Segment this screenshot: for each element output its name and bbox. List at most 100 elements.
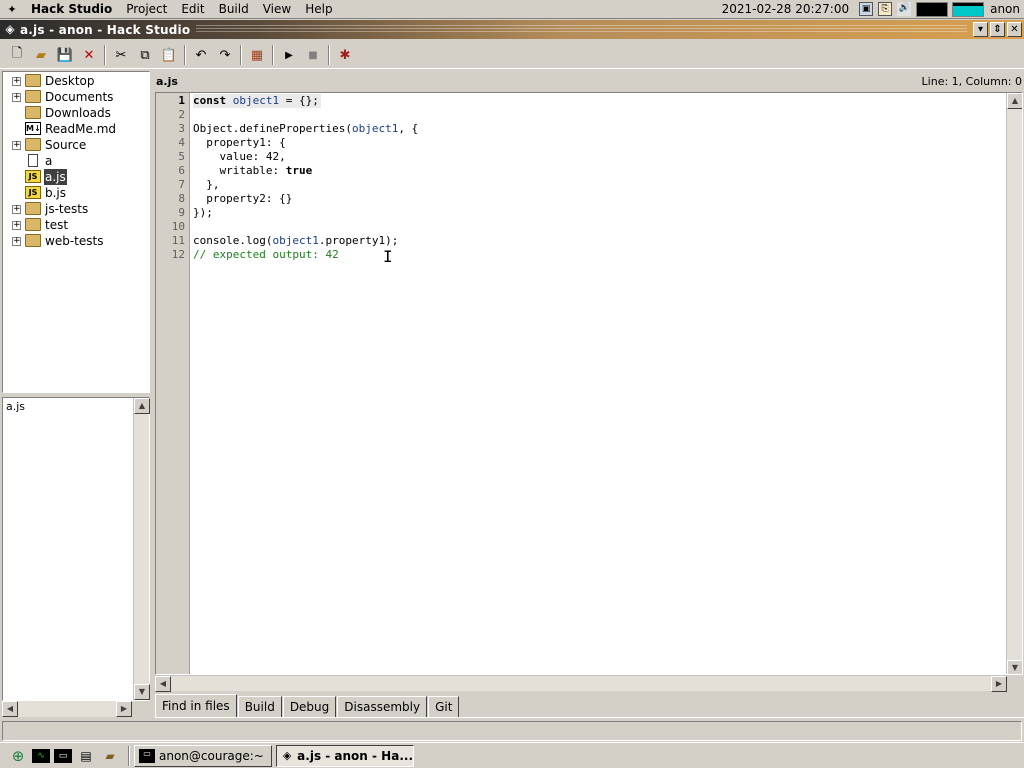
expand-icon[interactable]: + bbox=[12, 237, 21, 246]
hack-studio-icon: ◈ bbox=[5, 21, 15, 36]
user-name[interactable]: anon bbox=[990, 2, 1020, 16]
menu-view[interactable]: View bbox=[256, 0, 298, 19]
scroll-right-button[interactable]: ▶ bbox=[116, 701, 132, 717]
code-line[interactable]: }); bbox=[193, 206, 1005, 220]
build-icon[interactable]: ▦ bbox=[245, 43, 269, 67]
tab-build[interactable]: Build bbox=[237, 696, 282, 718]
code-line[interactable]: // expected output: 42 bbox=[193, 248, 1005, 262]
scroll-down-button[interactable]: ▼ bbox=[134, 684, 150, 700]
code-editor[interactable]: 1 2 3 4 5 6 7 8 9 10 11 12 const object1 = {}; Objec… bbox=[155, 92, 1023, 675]
tab-find-in-files[interactable]: Find in files bbox=[155, 694, 237, 718]
open-file-item[interactable]: a.js bbox=[6, 400, 25, 413]
clipboard-icon[interactable]: ⎘ bbox=[878, 2, 893, 16]
tree-item[interactable]: M↓ ReadMe.md bbox=[3, 121, 149, 137]
window-titlebar[interactable]: ◈ a.js - anon - Hack Studio ▾ ⇕ ✕ bbox=[0, 20, 1024, 39]
minimize-button[interactable]: ▾ bbox=[973, 22, 988, 37]
start-globe-icon[interactable]: ⊕ bbox=[8, 747, 28, 765]
menu-help[interactable]: Help bbox=[298, 0, 339, 19]
tree-item[interactable]: + Source bbox=[3, 137, 149, 153]
code-line[interactable]: console.log(object1.property1); bbox=[193, 234, 1005, 248]
close-button[interactable]: ✕ bbox=[1007, 22, 1022, 37]
expand-icon[interactable]: + bbox=[12, 141, 21, 150]
paste-icon[interactable]: 📋 bbox=[157, 43, 181, 67]
scroll-left-button[interactable]: ◀ bbox=[2, 701, 18, 717]
tab-debug[interactable]: Debug bbox=[282, 696, 337, 718]
tree-item[interactable]: JS b.js bbox=[3, 185, 149, 201]
code-line-text: console.log(object1.property1); bbox=[193, 234, 399, 247]
audio-icon[interactable]: 🔊 bbox=[897, 2, 912, 16]
memory-graph[interactable] bbox=[952, 1, 985, 17]
tree-item[interactable]: + js-tests bbox=[3, 201, 149, 217]
tree-item[interactable]: Downloads bbox=[3, 105, 149, 121]
code-line[interactable]: property2: {} bbox=[193, 192, 1005, 206]
scroll-up-button[interactable]: ▲ bbox=[1007, 93, 1022, 109]
cpu-graph[interactable] bbox=[916, 1, 949, 17]
scroll-left-button[interactable]: ◀ bbox=[155, 676, 171, 692]
tree-hscrollbar[interactable]: ◀ ▶ bbox=[2, 701, 132, 717]
text-editor-icon[interactable]: ▤ bbox=[76, 747, 96, 765]
code-line-text: // expected output: 42 bbox=[193, 248, 339, 261]
code-line[interactable]: property1: { bbox=[193, 136, 1005, 150]
scroll-right-button[interactable]: ▶ bbox=[991, 676, 1007, 692]
open-files-scrollbar[interactable]: ▲ ▼ bbox=[133, 398, 150, 700]
taskbar-button-hack-studio[interactable]: ◈ a.js - anon - Ha... bbox=[276, 744, 414, 767]
code-line[interactable]: Object.defineProperties(object1, { bbox=[193, 122, 1005, 136]
network-icon[interactable]: ▣ bbox=[859, 2, 874, 16]
editor-hscrollbar[interactable]: ◀ ▶ bbox=[155, 675, 1007, 692]
run-icon[interactable]: ▶ bbox=[277, 43, 301, 67]
menu-app-name[interactable]: Hack Studio bbox=[24, 0, 119, 19]
code-line[interactable] bbox=[193, 220, 1005, 234]
code-line[interactable]: value: 42, bbox=[193, 150, 1005, 164]
code-line[interactable] bbox=[193, 108, 1005, 122]
copy-icon[interactable]: ⧉ bbox=[133, 43, 157, 67]
save-icon[interactable]: 💾 bbox=[53, 43, 77, 67]
tree-item[interactable]: a bbox=[3, 153, 149, 169]
code-line[interactable]: const object1 = {}; bbox=[193, 94, 1005, 108]
maximize-button[interactable]: ⇕ bbox=[990, 22, 1005, 37]
editor-vscrollbar[interactable]: ▲ ▼ bbox=[1006, 93, 1022, 674]
stop-icon[interactable]: ■ bbox=[301, 43, 325, 67]
tab-disassembly[interactable]: Disassembly bbox=[337, 696, 428, 718]
code-area[interactable]: const object1 = {}; Object.defineProperti… bbox=[193, 94, 1005, 262]
tree-item[interactable]: JS a.js bbox=[3, 169, 149, 185]
editor-header: a.js Line: 1, Column: 0 bbox=[153, 72, 1024, 90]
tree-item-label: Desktop bbox=[45, 74, 95, 88]
menu-edit[interactable]: Edit bbox=[174, 0, 211, 19]
clock[interactable]: 2021-02-28 20:27:00 bbox=[722, 2, 849, 16]
tree-item[interactable]: + Desktop bbox=[3, 73, 149, 89]
project-tree[interactable]: + Desktop + Documents Downloads M↓ ReadMe.md + S… bbox=[2, 71, 150, 393]
line-number: 10 bbox=[171, 220, 185, 233]
toolbar-separator bbox=[272, 45, 274, 65]
delete-icon[interactable]: ✕ bbox=[77, 43, 101, 67]
scroll-down-button[interactable]: ▼ bbox=[1007, 660, 1022, 674]
tree-item[interactable]: + test bbox=[3, 217, 149, 233]
toolbar: 🗋 ▰ 💾 ✕ ✂ ⧉ 📋 ↶ ↷ ▦ ▶ ■ ✱ bbox=[0, 42, 1024, 69]
toolbar-separator bbox=[328, 45, 330, 65]
code-line[interactable]: }, bbox=[193, 178, 1005, 192]
cursor-position: Line: 1, Column: 0 bbox=[921, 74, 1022, 88]
expand-icon[interactable]: + bbox=[12, 205, 21, 214]
expand-icon[interactable]: + bbox=[12, 77, 21, 86]
open-files-list[interactable]: a.js ▲ ▼ bbox=[2, 397, 150, 701]
code-line[interactable]: writable: true bbox=[193, 164, 1005, 178]
debug-icon[interactable]: ✱ bbox=[333, 43, 357, 67]
taskbar-button-terminal[interactable]: ▭ anon@courage:~ bbox=[134, 744, 272, 767]
file-manager-icon[interactable]: ▰ bbox=[100, 747, 120, 765]
expand-icon[interactable]: + bbox=[12, 221, 21, 230]
scroll-up-button[interactable]: ▲ bbox=[134, 398, 150, 414]
new-file-icon[interactable]: 🗋 bbox=[5, 43, 29, 67]
open-folder-icon[interactable]: ▰ bbox=[29, 43, 53, 67]
cut-icon[interactable]: ✂ bbox=[109, 43, 133, 67]
redo-icon[interactable]: ↷ bbox=[213, 43, 237, 67]
terminal-icon[interactable]: ▭ bbox=[54, 748, 72, 763]
system-monitor-icon[interactable]: ∿ bbox=[32, 748, 50, 763]
system-menu-icon[interactable]: ✦ bbox=[0, 3, 24, 16]
expand-icon[interactable]: + bbox=[12, 93, 21, 102]
toolbar-separator bbox=[104, 45, 106, 65]
undo-icon[interactable]: ↶ bbox=[189, 43, 213, 67]
tree-item[interactable]: + Documents bbox=[3, 89, 149, 105]
tree-item[interactable]: + web-tests bbox=[3, 233, 149, 249]
menu-project[interactable]: Project bbox=[119, 0, 174, 19]
tab-git[interactable]: Git bbox=[428, 696, 460, 718]
menu-build[interactable]: Build bbox=[212, 0, 256, 19]
